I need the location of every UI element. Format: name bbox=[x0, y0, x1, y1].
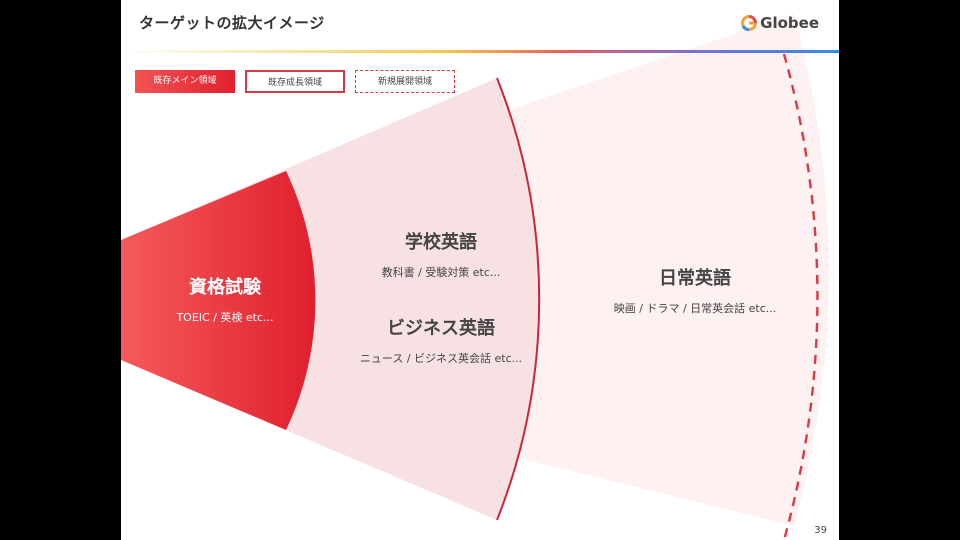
legend-main: 既存メイン領域 bbox=[135, 70, 235, 93]
zone-core-sub: TOEIC / 英検 etc... bbox=[176, 311, 274, 324]
zone-daily-title: 日常英語 bbox=[658, 268, 731, 289]
zone-core-title: 資格試験 bbox=[188, 277, 261, 298]
slide-header: ターゲットの拡大イメージ Globee bbox=[121, 0, 839, 50]
zone-business-title: ビジネス英語 bbox=[386, 318, 495, 339]
logo-text: Globee bbox=[760, 14, 819, 32]
zone-business-sub: ニュース / ビジネス英会話 etc... bbox=[359, 352, 523, 365]
zone-daily-sub: 映画 / ドラマ / 日常英会話 etc... bbox=[613, 302, 777, 315]
globee-logo: Globee bbox=[741, 14, 819, 32]
slide-title: ターゲットの拡大イメージ bbox=[139, 14, 325, 32]
legend: 既存メイン領域 既存成長領域 新規展開領域 bbox=[135, 70, 455, 93]
zone-core-label: 資格試験 TOEIC / 英検 etc... bbox=[176, 273, 273, 325]
zone-business-label: ビジネス英語 ニュース / ビジネス英会話 etc... bbox=[360, 314, 522, 366]
zone-school-sub: 教科書 / 受験対策 etc... bbox=[381, 266, 501, 279]
slide: ターゲットの拡大イメージ Globee 既存メイン領域 既存成長領域 新規展開領… bbox=[121, 0, 839, 540]
zone-school-label: 学校英語 教科書 / 受験対策 etc... bbox=[382, 228, 501, 280]
header-rule bbox=[121, 50, 839, 53]
zone-school-title: 学校英語 bbox=[404, 232, 477, 253]
zone-daily-label: 日常英語 映画 / ドラマ / 日常英会話 etc... bbox=[614, 264, 777, 316]
legend-new: 新規展開領域 bbox=[355, 70, 455, 93]
globee-logo-icon bbox=[741, 15, 758, 31]
page-number: 39 bbox=[814, 525, 827, 536]
legend-growth: 既存成長領域 bbox=[245, 70, 345, 93]
